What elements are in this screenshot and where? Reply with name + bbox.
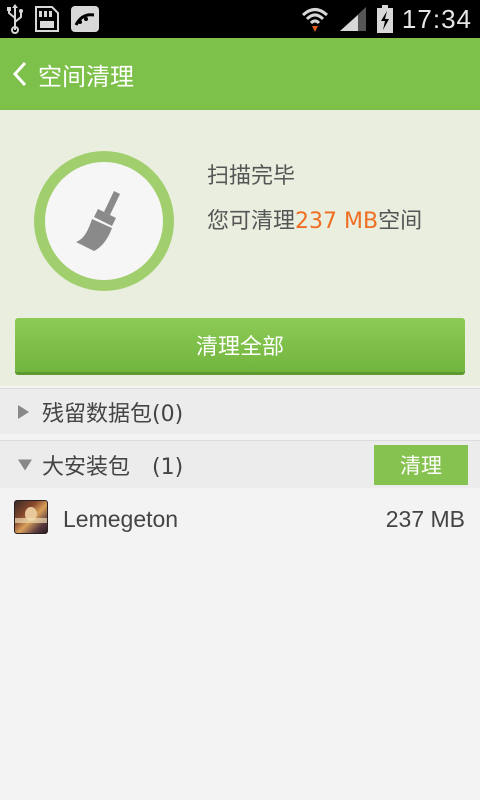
section-label: 大安装包 (1) [42,454,184,480]
usb-icon [6,4,24,34]
broom-icon [76,191,120,251]
expand-right-icon [18,404,29,419]
app-size: 237 MB [385,506,465,532]
section-label: 残留数据包(0) [42,401,184,427]
cleanable-size: 237 MB [295,209,379,234]
signal-icon [338,5,368,33]
clock: 17:34 [401,3,472,34]
collapse-down-icon [18,459,32,470]
app-name: Lemegeton [63,506,179,532]
scan-summary-panel: 扫描完毕 您可清理237 MB空间 清理全部 [0,110,480,386]
title-bar: 空间清理 [0,38,480,110]
scan-progress-ring [34,151,174,291]
battery-charging-icon [376,4,394,34]
page-title: 空间清理 [38,62,134,91]
scan-status: 扫描完毕 [207,164,296,189]
cleaner-notification-icon [70,5,100,33]
sd-card-icon [34,5,60,33]
wifi-icon [300,4,330,34]
cleanable-space-text: 您可清理237 MB空间 [207,209,423,234]
status-bar: 17:34 [0,0,480,38]
back-button[interactable] [2,38,38,110]
list-item[interactable]: Lemegeton 237 MB [0,488,480,550]
section-large-packages[interactable]: 大安装包 (1) 清理 [0,440,480,488]
clean-all-button[interactable]: 清理全部 [15,318,465,372]
chevron-left-icon [12,61,27,87]
section-residual-data[interactable]: 残留数据包(0) [0,388,480,434]
app-icon [14,500,48,534]
clean-section-button[interactable]: 清理 [374,445,468,485]
package-list: Lemegeton 237 MB [0,488,480,800]
